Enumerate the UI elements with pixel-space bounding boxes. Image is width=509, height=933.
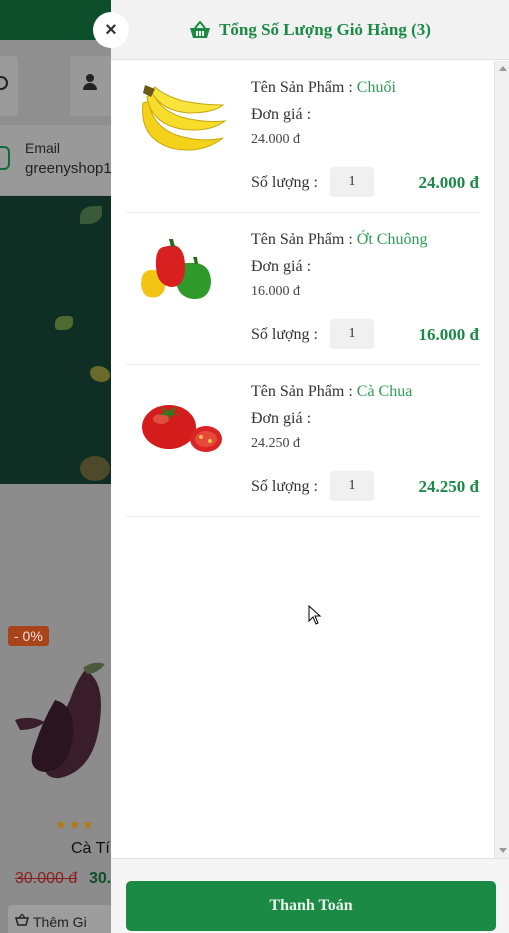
cart-header: Tổng Số Lượng Giỏ Hàng (3) (111, 0, 509, 60)
bell-pepper-image (141, 239, 211, 300)
item-name-label: Tên Sản Phẩm : (251, 231, 353, 248)
phone-icon (0, 146, 10, 170)
unit-price-label: Đơn giá : (251, 410, 312, 427)
product-name: Cà Tí (71, 840, 110, 857)
cart-item-list: Tên Sản Phẩm : Chuối Đơn giá : 24.000 đ … (111, 61, 494, 858)
quantity-label: Số lượng : (251, 478, 318, 495)
item-name: Chuối (356, 79, 396, 96)
email-label: Email (25, 140, 61, 156)
item-name-label: Tên Sản Phẩm : (251, 383, 353, 400)
discount-badge: - 0% (8, 626, 49, 646)
cart-footer: Thanh Toán (111, 858, 509, 933)
checkout-button[interactable]: Thanh Toán (126, 881, 496, 931)
cart-item: Tên Sản Phẩm : Cà Chua Đơn giá : 24.250 … (126, 365, 479, 517)
cart-item: Tên Sản Phẩm : Chuối Đơn giá : 24.000 đ … (126, 61, 479, 213)
cart-title: Tổng Số Lượng Giỏ Hàng (3) (219, 19, 431, 39)
cart-drawer: Tổng Số Lượng Giỏ Hàng (3) Tên Sản Phẩm … (111, 0, 509, 933)
quantity-input[interactable] (330, 167, 374, 197)
rating-stars: ★★★ (55, 817, 96, 832)
item-total: 24.250 đ (418, 477, 479, 496)
tomato-image (142, 405, 222, 452)
new-price: 30. (89, 870, 111, 887)
basket-icon (15, 914, 29, 926)
email-value: greenyshop1 (25, 160, 111, 177)
eggplant-image (15, 662, 105, 779)
item-name: Cà Chua (356, 383, 413, 400)
item-name: Ớt Chuông (356, 231, 428, 248)
unit-price-label: Đơn giá : (251, 106, 312, 123)
unit-price: 24.250 đ (251, 436, 300, 451)
quantity-input[interactable] (330, 471, 374, 501)
quantity-label: Số lượng : (251, 326, 318, 343)
background-banner (0, 196, 111, 484)
old-price: 30.000 đ (15, 870, 78, 887)
item-name-label: Tên Sản Phẩm : (251, 79, 353, 96)
item-name-row: Tên Sản Phẩm : Ớt Chuông (251, 231, 427, 249)
background-page: Email greenyshop1 - 0% ★★★ Cà Tí 30.000 … (0, 0, 111, 933)
banana-image (142, 85, 227, 151)
item-name-row: Tên Sản Phẩm : Cà Chua (251, 383, 412, 401)
basket-icon (190, 20, 211, 38)
scroll-down-icon[interactable] (499, 848, 507, 853)
item-total: 24.000 đ (418, 173, 479, 192)
close-cart-button[interactable]: × (93, 12, 129, 48)
cart-scrollbar[interactable] (494, 61, 509, 858)
mouse-cursor-icon (308, 605, 322, 625)
close-icon: × (105, 18, 117, 41)
user-icon (83, 74, 97, 90)
unit-price-label: Đơn giá : (251, 258, 312, 275)
add-to-cart-label: Thêm Gi (33, 914, 87, 930)
unit-price: 24.000 đ (251, 132, 300, 147)
quantity-input[interactable] (330, 319, 374, 349)
quantity-label: Số lượng : (251, 174, 318, 191)
scroll-up-icon[interactable] (499, 66, 507, 71)
unit-price: 16.000 đ (251, 284, 300, 299)
item-total: 16.000 đ (418, 325, 479, 344)
cart-item: Tên Sản Phẩm : Ớt Chuông Đơn giá : 16.00… (126, 213, 479, 365)
item-name-row: Tên Sản Phẩm : Chuối (251, 79, 396, 97)
